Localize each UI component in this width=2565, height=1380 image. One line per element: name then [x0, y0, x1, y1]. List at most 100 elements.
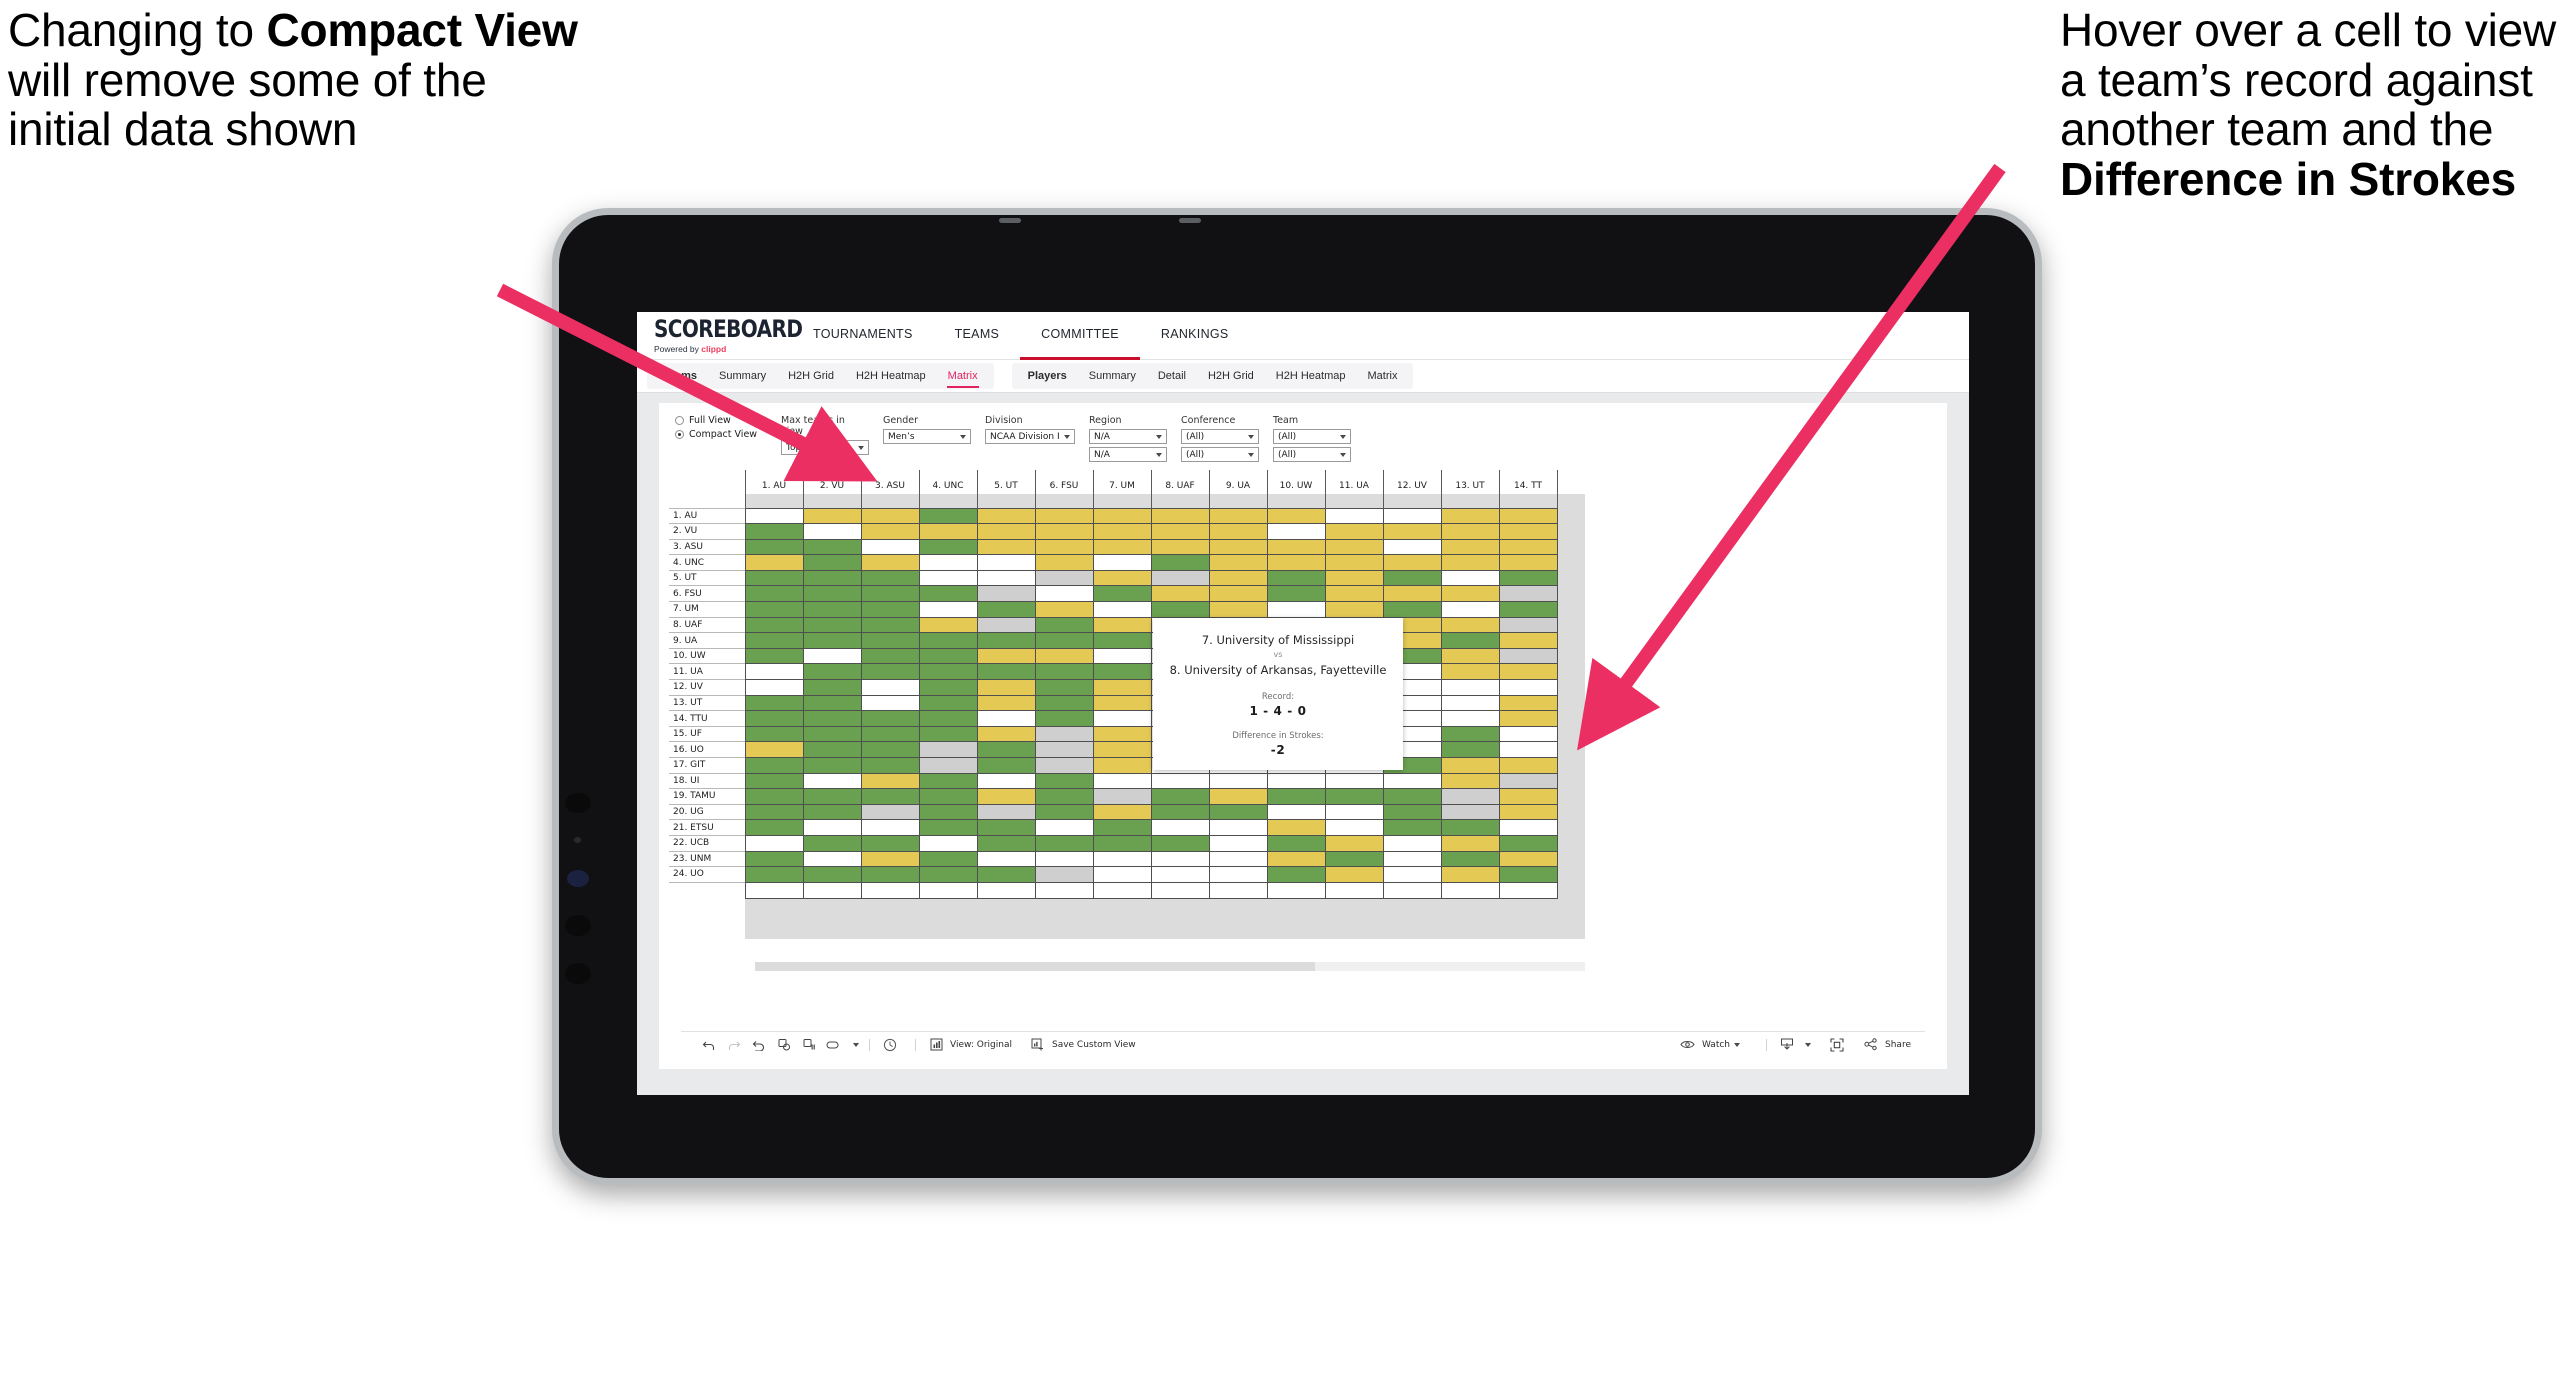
matrix-cell[interactable]: [918, 601, 978, 618]
chevron-down-icon[interactable]: [853, 1042, 859, 1047]
matrix-row-header[interactable]: 11. UA: [669, 663, 745, 680]
matrix-cell[interactable]: [918, 694, 978, 712]
matrix-cell[interactable]: [860, 554, 920, 571]
matrix-cell[interactable]: [744, 710, 804, 727]
matrix-cell[interactable]: [802, 554, 862, 571]
matrix-cell[interactable]: [1034, 569, 1094, 587]
matrix-cell[interactable]: [1034, 632, 1094, 649]
share-button[interactable]: Share: [1861, 1037, 1911, 1053]
matrix-cell[interactable]: [1150, 788, 1210, 805]
matrix-cell[interactable]: [1324, 866, 1384, 883]
matrix-cell[interactable]: [860, 834, 920, 852]
matrix-cell[interactable]: [976, 585, 1036, 603]
matrix-cell[interactable]: [976, 632, 1036, 649]
matrix-cell[interactable]: [1324, 850, 1384, 868]
matrix-cell[interactable]: [1092, 569, 1152, 587]
matrix-cell[interactable]: [1382, 772, 1442, 790]
matrix-cell[interactable]: [1092, 601, 1152, 618]
matrix-cell[interactable]: [1034, 819, 1094, 836]
matrix-row-header[interactable]: 17. GIT: [669, 757, 745, 774]
matrix-cell[interactable]: [976, 554, 1036, 571]
matrix-cell[interactable]: [744, 866, 804, 883]
matrix-cell[interactable]: [976, 616, 1036, 634]
matrix-cell[interactable]: [918, 834, 978, 852]
matrix-cell[interactable]: [1092, 772, 1152, 790]
matrix-cell[interactable]: [1440, 694, 1500, 712]
matrix-cell[interactable]: [1266, 601, 1326, 618]
matrix-cell[interactable]: [1266, 538, 1326, 556]
matrix-cell[interactable]: [1324, 585, 1384, 603]
fullscreen-icon[interactable]: [1827, 1037, 1847, 1053]
matrix-row-header[interactable]: 16. UO: [669, 741, 745, 758]
matrix-cell[interactable]: [1150, 803, 1210, 821]
matrix-cell[interactable]: [1092, 663, 1152, 681]
subnav-players-h2h-grid[interactable]: H2H Grid: [1197, 363, 1265, 389]
matrix-cell[interactable]: [976, 772, 1036, 790]
matrix-column-header[interactable]: 9. UA: [1208, 470, 1268, 494]
matrix-cell[interactable]: [1092, 694, 1152, 712]
matrix-cell[interactable]: [1498, 803, 1558, 821]
matrix-cell[interactable]: [1382, 788, 1442, 805]
matrix-cell[interactable]: [1092, 616, 1152, 634]
matrix-cell[interactable]: [1498, 850, 1558, 868]
matrix-cell[interactable]: [744, 523, 804, 540]
matrix-cell[interactable]: [802, 616, 862, 634]
matrix-cell[interactable]: [1092, 538, 1152, 556]
matrix-cell[interactable]: [1150, 850, 1210, 868]
matrix-cell[interactable]: [860, 757, 920, 774]
matrix-cell[interactable]: [744, 819, 804, 836]
matrix-cell[interactable]: [976, 523, 1036, 540]
matrix-cell[interactable]: [1034, 694, 1094, 712]
revert-icon[interactable]: [749, 1037, 769, 1053]
matrix-row-header[interactable]: 2. VU: [669, 523, 745, 540]
matrix-cell[interactable]: [976, 834, 1036, 852]
matrix-cell[interactable]: [976, 803, 1036, 821]
filter-region-select-2[interactable]: N/A: [1089, 447, 1167, 462]
matrix-row-header[interactable]: 10. UW: [669, 647, 745, 664]
matrix-cell[interactable]: [1440, 569, 1500, 587]
matrix-cell[interactable]: [1092, 725, 1152, 743]
matrix-cell[interactable]: [1440, 647, 1500, 665]
matrix-cell[interactable]: [744, 803, 804, 821]
matrix-cell[interactable]: [802, 866, 862, 883]
matrix-cell[interactable]: [1150, 538, 1210, 556]
matrix-cell[interactable]: [1092, 741, 1152, 758]
matrix-cell[interactable]: [1092, 757, 1152, 774]
matrix-cell[interactable]: [1382, 819, 1442, 836]
matrix-cell[interactable]: [1092, 866, 1152, 883]
matrix-cell[interactable]: [1208, 819, 1268, 836]
matrix-cell[interactable]: [1034, 538, 1094, 556]
matrix-cell[interactable]: [1266, 788, 1326, 805]
matrix-cell[interactable]: [918, 819, 978, 836]
matrix-cell[interactable]: [1440, 679, 1500, 696]
filter-max-teams-select[interactable]: Top 50: [781, 440, 869, 455]
nav-item-teams[interactable]: TEAMS: [934, 312, 1021, 360]
matrix-cell[interactable]: [1208, 866, 1268, 883]
matrix-cell[interactable]: [1092, 679, 1152, 696]
matrix-cell[interactable]: [1266, 585, 1326, 603]
matrix-cell[interactable]: [860, 725, 920, 743]
matrix-column-header[interactable]: 3. ASU: [860, 470, 920, 494]
matrix-cell[interactable]: [802, 694, 862, 712]
matrix-cell[interactable]: [1324, 523, 1384, 540]
matrix-cell[interactable]: [1440, 616, 1500, 634]
save-custom-view-button[interactable]: Save Custom View: [1028, 1037, 1136, 1053]
matrix-column-header[interactable]: 6. FSU: [1034, 470, 1094, 494]
filter-region-select-1[interactable]: N/A: [1089, 429, 1167, 444]
matrix-cell[interactable]: [918, 710, 978, 727]
matrix-cell[interactable]: [976, 725, 1036, 743]
matrix-cell[interactable]: [802, 585, 862, 603]
matrix-cell[interactable]: [860, 866, 920, 883]
matrix-cell[interactable]: [1440, 632, 1500, 649]
matrix-scrollbar-thumb[interactable]: [755, 962, 1315, 971]
matrix-cell[interactable]: [1382, 834, 1442, 852]
matrix-cell[interactable]: [744, 569, 804, 587]
matrix-row-header[interactable]: 5. UT: [669, 569, 745, 586]
matrix-cell[interactable]: [1440, 772, 1500, 790]
matrix-cell[interactable]: [1034, 679, 1094, 696]
matrix-row-header[interactable]: 22. UCB: [669, 834, 745, 852]
matrix-cell[interactable]: [1440, 850, 1500, 868]
matrix-cell[interactable]: [860, 788, 920, 805]
matrix-cell[interactable]: [918, 585, 978, 603]
matrix-cell[interactable]: [976, 757, 1036, 774]
